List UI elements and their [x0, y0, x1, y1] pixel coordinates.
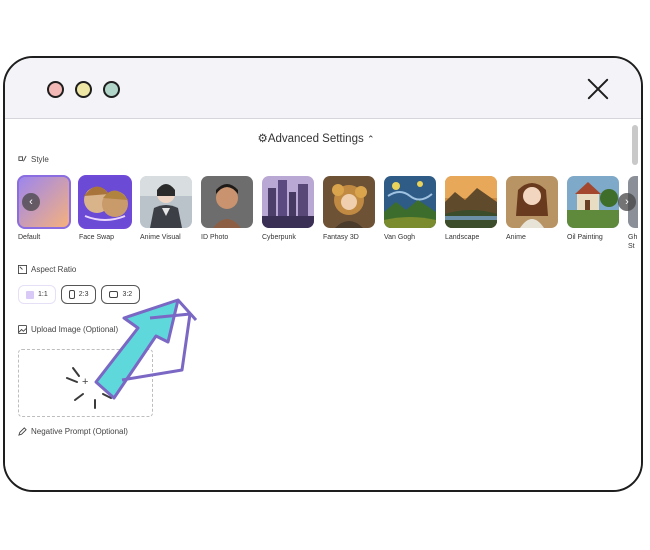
advanced-settings-title: Advanced Settings — [267, 133, 364, 145]
app-window: ⚙Advanced Settings ⌃ Style Default Face … — [3, 56, 643, 492]
gear-icon: ⚙ — [257, 133, 268, 145]
style-thumb-van-gogh — [384, 176, 436, 228]
style-thumb-oil-painting — [567, 176, 619, 228]
style-item-cyberpunk[interactable]: Cyberpunk — [262, 176, 314, 242]
style-thumb-landscape — [445, 176, 497, 228]
style-label: Landscape — [445, 234, 480, 241]
upload-image-label-text: Upload Image (Optional) — [31, 325, 119, 334]
style-thumb-face-swap — [78, 175, 132, 229]
style-thumb-anime — [506, 176, 558, 228]
close-icon[interactable] — [587, 78, 609, 100]
upload-image-dropzone[interactable]: + — [18, 349, 153, 417]
style-label: Cyberpunk — [262, 234, 296, 241]
style-item-fantasy-3d[interactable]: Fantasy 3D — [323, 176, 375, 242]
style-label: Fantasy 3D — [323, 234, 359, 241]
image-icon — [18, 325, 27, 334]
maximize-dot[interactable] — [103, 81, 120, 98]
ratio-2-3-button[interactable]: 2:3 — [60, 285, 97, 304]
style-label: Oil Painting — [567, 234, 603, 241]
palette-icon — [18, 155, 27, 162]
negative-prompt-label: Negative Prompt (Optional) — [18, 427, 128, 436]
style-item-oil-painting[interactable]: Oil Painting — [567, 176, 619, 242]
style-label: Face Swap — [79, 234, 115, 241]
plus-icon: + — [82, 376, 89, 388]
advanced-settings-toggle[interactable]: ⚙Advanced Settings ⌃ — [5, 131, 627, 145]
style-item-face-swap[interactable]: Face Swap — [78, 175, 132, 242]
style-item-id-photo[interactable]: ID Photo — [201, 176, 253, 242]
chevron-up-icon: ⌃ — [366, 134, 375, 144]
style-section-label: Style — [18, 155, 49, 164]
close-dot[interactable] — [47, 81, 64, 98]
landscape-icon — [109, 291, 119, 298]
style-item-anime-visual[interactable]: Anime Visual — [140, 176, 192, 242]
style-item-van-gogh[interactable]: Van Gogh — [384, 176, 436, 242]
aspect-ratio-label-text: Aspect Ratio — [31, 265, 77, 274]
click-highlight-marks — [66, 367, 112, 409]
ratio-label: 2:3 — [78, 291, 89, 298]
ratio-1-1-button[interactable]: 1:1 — [18, 285, 56, 304]
aspect-ratio-options: 1:1 2:3 3:2 — [18, 285, 141, 304]
aspect-ratio-icon — [18, 265, 27, 274]
style-label: Anime Visual — [140, 234, 181, 241]
ratio-label: 1:1 — [38, 291, 48, 298]
style-thumb-fantasy-3d — [323, 176, 375, 228]
carousel-prev-button[interactable]: ‹ — [22, 193, 40, 211]
style-thumb-anime-visual — [140, 176, 192, 228]
portrait-icon — [68, 290, 75, 299]
ratio-label: 3:2 — [122, 291, 133, 298]
style-item-landscape[interactable]: Landscape — [445, 176, 497, 242]
scrollbar-thumb[interactable] — [632, 125, 638, 165]
negative-prompt-label-text: Negative Prompt (Optional) — [31, 427, 128, 436]
settings-panel: ⚙Advanced Settings ⌃ Style Default Face … — [5, 119, 641, 490]
style-label: Van Gogh — [384, 234, 416, 241]
style-label: ID Photo — [201, 234, 229, 241]
style-thumb-id-photo — [201, 176, 253, 228]
scrollbar[interactable] — [632, 125, 638, 490]
title-bar — [5, 58, 641, 119]
square-swatch-icon — [26, 290, 34, 299]
aspect-ratio-label: Aspect Ratio — [18, 265, 76, 274]
style-label: Anime — [506, 234, 526, 241]
style-carousel: Default Face Swap Anime Visual ID Photo … — [17, 175, 638, 256]
ratio-3-2-button[interactable]: 3:2 — [101, 285, 141, 304]
style-label-text: Style — [31, 155, 49, 164]
upload-image-label: Upload Image (Optional) — [18, 325, 118, 334]
style-thumb-cyberpunk — [262, 176, 314, 228]
minimize-dot[interactable] — [75, 81, 92, 98]
style-item-anime[interactable]: Anime — [506, 176, 558, 242]
style-label: Default — [18, 234, 41, 241]
pencil-icon — [18, 427, 27, 436]
